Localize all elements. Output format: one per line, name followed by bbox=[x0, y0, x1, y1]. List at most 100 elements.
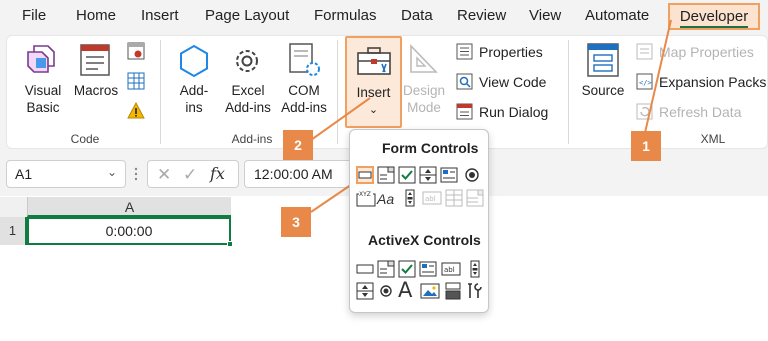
com-addins-line2: Add-ins bbox=[281, 100, 327, 115]
design-mode-line2: Mode bbox=[407, 100, 441, 115]
activex-option-button-icon[interactable] bbox=[377, 282, 395, 300]
map-properties-button[interactable]: Map Properties bbox=[636, 43, 754, 60]
properties-button[interactable]: Properties bbox=[456, 43, 543, 60]
cell-a1[interactable]: 0:00:00 bbox=[27, 217, 231, 245]
activex-text-box-caption: abl bbox=[444, 266, 455, 274]
drag-handle-icon[interactable] bbox=[134, 166, 138, 182]
tab-home[interactable]: Home bbox=[76, 7, 116, 24]
fill-handle[interactable] bbox=[227, 241, 233, 247]
excel-addins-button[interactable]: Excel Add-ins bbox=[222, 82, 274, 116]
activex-spin-button-icon[interactable] bbox=[356, 282, 374, 300]
excel-addins-line1: Excel bbox=[231, 83, 265, 98]
row-header-1[interactable]: 1 bbox=[0, 217, 27, 245]
tab-formulas[interactable]: Formulas bbox=[314, 7, 377, 24]
activex-text-box-icon[interactable]: abl bbox=[441, 260, 461, 278]
macros-icon bbox=[78, 42, 114, 78]
callout-badge-1: 1 bbox=[631, 131, 661, 161]
expansion-packs-icon: </> bbox=[636, 73, 653, 90]
tab-file[interactable]: File bbox=[22, 7, 46, 24]
callout-badge-3: 3 bbox=[281, 207, 311, 237]
tab-insert[interactable]: Insert bbox=[141, 7, 179, 24]
addins-line1: Add- bbox=[179, 83, 209, 98]
tab-developer[interactable]: Developer bbox=[668, 3, 760, 30]
tab-view[interactable]: View bbox=[529, 7, 561, 24]
activex-image-icon[interactable] bbox=[420, 282, 440, 300]
separator bbox=[337, 40, 338, 144]
spin-button-icon[interactable] bbox=[419, 166, 437, 184]
text-field-disabled-caption: abl bbox=[425, 195, 436, 203]
formula-buttons: ✕ ✓ fx bbox=[147, 160, 239, 188]
tab-automate[interactable]: Automate bbox=[585, 7, 649, 24]
activex-scroll-bar-icon[interactable] bbox=[466, 260, 484, 278]
excel-addins-line2: Add-ins bbox=[225, 100, 271, 115]
checkbox-icon[interactable] bbox=[398, 166, 416, 184]
macros-button[interactable]: Macros bbox=[72, 82, 120, 99]
list-box-icon[interactable] bbox=[440, 166, 458, 184]
activex-combo-box-icon[interactable] bbox=[377, 260, 395, 278]
activex-toggle-button-icon[interactable] bbox=[444, 282, 462, 300]
activex-label-icon[interactable]: A bbox=[398, 279, 418, 301]
view-code-label: View Code bbox=[479, 73, 547, 90]
tab-page-layout[interactable]: Page Layout bbox=[205, 7, 289, 24]
separator bbox=[160, 40, 161, 144]
cancel-icon[interactable]: ✕ bbox=[157, 165, 171, 185]
com-addins-icon bbox=[288, 42, 322, 78]
svg-text:</>: </> bbox=[639, 79, 652, 87]
gear-icon bbox=[230, 44, 264, 78]
group-box-caption: XYZ bbox=[359, 191, 371, 198]
view-code-button[interactable]: View Code bbox=[456, 73, 546, 90]
name-box-value: A1 bbox=[15, 166, 33, 182]
design-mode-icon bbox=[408, 42, 440, 76]
source-icon bbox=[586, 42, 620, 78]
run-dialog-label: Run Dialog bbox=[479, 103, 549, 120]
activex-controls-title: ActiveX Controls bbox=[368, 232, 481, 248]
macro-security-icon[interactable] bbox=[127, 102, 145, 120]
relative-references-icon[interactable] bbox=[127, 72, 145, 90]
addins-line2: ins bbox=[185, 100, 203, 115]
column-header-a[interactable]: A bbox=[27, 197, 231, 217]
refresh-data-button[interactable]: Refresh Data bbox=[636, 103, 741, 120]
com-addins-line1: COM bbox=[288, 83, 320, 98]
group-box-icon[interactable]: XYZ bbox=[356, 189, 376, 207]
separator bbox=[568, 40, 569, 144]
visual-basic-icon bbox=[24, 42, 60, 78]
visual-basic-button[interactable]: Visual Basic bbox=[20, 82, 66, 116]
properties-icon bbox=[456, 43, 473, 60]
activex-checkbox-icon[interactable] bbox=[398, 260, 416, 278]
combo-box-icon[interactable] bbox=[377, 166, 395, 184]
form-controls-title: Form Controls bbox=[382, 140, 479, 156]
activex-list-box-icon[interactable] bbox=[419, 260, 437, 278]
xml-group-label: XML bbox=[700, 132, 726, 146]
record-macro-icon[interactable] bbox=[127, 42, 145, 60]
menu-bar: File Home Insert Page Layout Formulas Da… bbox=[0, 0, 768, 32]
activex-button-icon[interactable] bbox=[356, 260, 374, 278]
source-button[interactable]: Source bbox=[578, 82, 628, 99]
refresh-data-label: Refresh Data bbox=[659, 103, 742, 120]
formula-input[interactable]: 12:00:00 AM bbox=[244, 160, 354, 188]
visual-basic-line2: Basic bbox=[26, 100, 60, 115]
scroll-bar-icon[interactable] bbox=[401, 189, 419, 207]
label-control-icon[interactable]: Aa bbox=[377, 190, 397, 208]
design-mode-button[interactable]: Design Mode bbox=[402, 82, 446, 116]
tab-data[interactable]: Data bbox=[401, 7, 433, 24]
form-button-control-icon[interactable] bbox=[356, 166, 374, 184]
refresh-data-icon bbox=[636, 103, 653, 120]
code-group-label: Code bbox=[70, 132, 100, 146]
design-mode-line1: Design bbox=[402, 83, 446, 98]
check-icon[interactable]: ✓ bbox=[183, 165, 197, 185]
addins-button[interactable]: Add- ins bbox=[176, 82, 212, 116]
option-button-icon[interactable] bbox=[463, 166, 481, 184]
more-controls-icon[interactable] bbox=[466, 282, 484, 300]
insert-function-button[interactable]: fx bbox=[210, 164, 225, 183]
tab-review[interactable]: Review bbox=[457, 7, 506, 24]
text-field-disabled-icon: abl bbox=[422, 189, 442, 207]
name-box[interactable]: A1 ⌄ bbox=[6, 160, 126, 188]
select-all-corner[interactable] bbox=[0, 197, 27, 217]
insert-controls-button[interactable]: Insert ⌄ bbox=[345, 36, 402, 128]
com-addins-button[interactable]: COM Add-ins bbox=[278, 82, 330, 116]
expansion-packs-button[interactable]: </> Expansion Packs bbox=[636, 73, 766, 90]
chevron-down-icon[interactable]: ⌄ bbox=[107, 165, 117, 179]
run-dialog-button[interactable]: Run Dialog bbox=[456, 103, 548, 120]
combo-list-disabled-icon bbox=[445, 189, 463, 207]
insert-label: Insert bbox=[356, 85, 391, 100]
